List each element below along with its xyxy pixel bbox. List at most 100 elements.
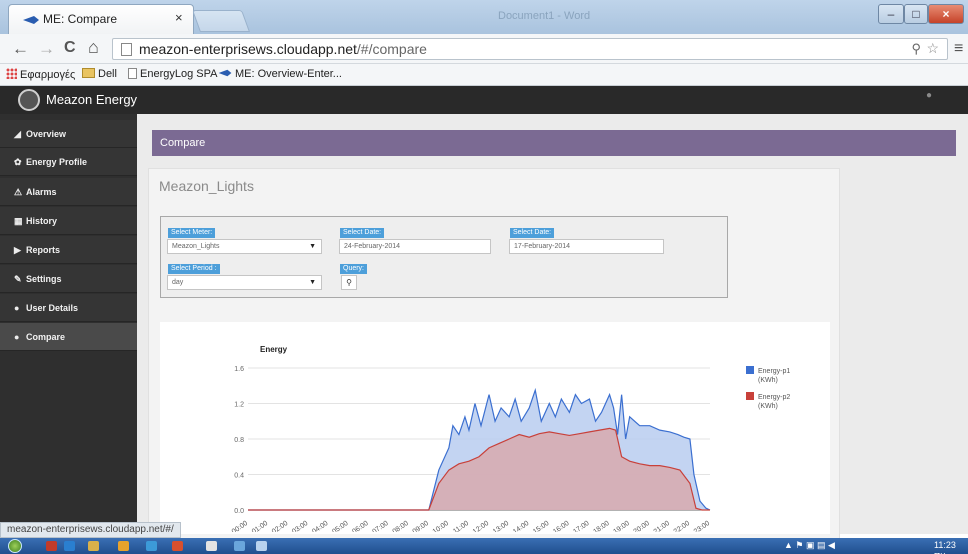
sidebar-item-label: Overview (26, 129, 67, 139)
url-host: meazon-enterprisews.cloudapp.net (139, 41, 357, 57)
page-icon (128, 68, 137, 79)
chart-x-tick-label: 18:00 (592, 520, 610, 532)
reload-button[interactable]: C (64, 39, 76, 57)
chart-x-tick-label: 09:00 (412, 520, 430, 532)
sidebar-item-label: Alarms (26, 187, 57, 197)
chart-x-tick-label: 02:00 (271, 520, 289, 532)
sidebar-item-label: Energy Profile (26, 157, 88, 167)
sidebar-item-settings[interactable]: ✎ Settings (0, 265, 137, 293)
sidebar-item-overview[interactable]: ◢ Overview (0, 120, 137, 148)
bookmark-label: Εφαρμογές (20, 69, 76, 81)
bookmark-dell[interactable]: Dell (82, 68, 117, 80)
user-icon: ● (14, 332, 20, 342)
meazon-logo-icon[interactable] (18, 89, 40, 111)
chart-x-tick-label: 07:00 (371, 520, 389, 532)
sidebar-item-compare[interactable]: ● Compare (0, 323, 137, 351)
taskbar-app-icon[interactable] (256, 541, 267, 551)
app-header: Meazon Energy ● (0, 86, 968, 114)
user-menu-icon[interactable]: ● (926, 90, 932, 101)
meter-select[interactable]: Meazon_Lights ▼ (167, 239, 322, 254)
close-window-button[interactable]: × (928, 4, 964, 24)
app-title[interactable]: Meazon Energy (46, 92, 137, 107)
chart-x-tick-label: 22:00 (673, 520, 691, 532)
chart-x-tick-label: 13:00 (492, 520, 510, 532)
sidebar-item-history[interactable]: ▦ History (0, 207, 137, 235)
chart-x-tick-label: 19:00 (612, 520, 630, 532)
tab-close-icon[interactable]: × (175, 10, 183, 25)
chart-legend-swatch (746, 392, 754, 400)
meter-select-value: Meazon_Lights (172, 243, 220, 250)
sidebar-item-alarms[interactable]: ⚠ Alarms (0, 178, 137, 206)
date-1-input[interactable]: 24-February-2014 (339, 239, 491, 254)
bookmark-label: Dell (98, 68, 117, 80)
chart-y-tick-label: 0.0 (234, 508, 244, 515)
taskbar-media-icon[interactable] (118, 541, 129, 551)
minimize-button[interactable]: – (878, 4, 904, 24)
folder-icon: ▶ (14, 245, 21, 255)
section-header: Compare (152, 130, 956, 156)
background-window-title: Document1 - Word (498, 10, 591, 22)
taskbar-folder-icon[interactable] (88, 541, 99, 551)
maximize-button[interactable]: □ (904, 4, 928, 24)
bookmark-star-icon[interactable]: ☆ (926, 40, 939, 57)
chevron-down-icon: ▼ (309, 279, 316, 286)
url-path: /#/compare (356, 41, 427, 57)
chart-x-tick-label: 14:00 (512, 520, 530, 532)
browser-tabstrip: ME: Compare × Document1 - Word – □ × (0, 0, 968, 34)
chart-x-tick-label: 23:00 (693, 520, 711, 532)
chart-legend-swatch (746, 366, 754, 374)
sidebar-item-label: History (26, 216, 58, 226)
search-icon: ⚲ (346, 278, 352, 287)
chart-x-tick-label: 10:00 (432, 520, 450, 532)
taskbar-app-icon[interactable] (146, 541, 157, 551)
section-header-title: Compare (160, 137, 206, 149)
chart-y-tick-label: 1.6 (234, 366, 244, 373)
taskbar-app-icon[interactable] (206, 541, 217, 551)
sidebar-item-user-details[interactable]: ● User Details (0, 294, 137, 322)
taskbar-ie-icon[interactable] (64, 541, 75, 551)
energy-icon: ✿ (14, 157, 22, 167)
tray-clock[interactable]: 11:23 πμ (934, 540, 968, 554)
tray-flag-icon[interactable]: ▲ ⚑ ▣ ▤ ◀ (784, 540, 835, 551)
taskbar-app-icon[interactable] (234, 541, 245, 551)
bookmark-label: ME: Overview-Enter... (235, 68, 342, 80)
sidebar-item-label: Reports (26, 245, 61, 255)
bookmark-apps[interactable]: Εφαρμογές (6, 68, 75, 81)
sidebar-item-reports[interactable]: ▶ Reports (0, 236, 137, 264)
sidebar-item-energy-profile[interactable]: ✿ Energy Profile (0, 148, 137, 176)
chart-y-tick-label: 0.4 (234, 473, 244, 480)
date-2-value: 17-February-2014 (514, 243, 571, 250)
chart-x-tick-label: 20:00 (633, 520, 651, 532)
panel-title: Meazon_Lights (159, 178, 254, 194)
status-url-tooltip: meazon-enterprisews.cloudapp.net/#/ (0, 522, 181, 538)
search-plus-icon[interactable]: ⚲ (911, 41, 921, 57)
bookmark-energylog[interactable]: EnergyLog SPA (128, 68, 217, 80)
period-select[interactable]: day ▼ (167, 275, 322, 290)
date-2-input[interactable]: 17-February-2014 (509, 239, 664, 254)
back-button[interactable]: ← (12, 39, 29, 59)
browser-tab[interactable]: ME: Compare × (8, 4, 194, 34)
taskbar-app-icon[interactable] (172, 541, 183, 551)
page-icon (121, 43, 132, 56)
chart-x-tick-label: 01:00 (251, 520, 269, 532)
chart-x-tick-label: 11:00 (452, 520, 470, 532)
browser-menu-icon[interactable]: ≡ (954, 40, 963, 58)
meazon-favicon-icon (23, 16, 39, 24)
address-bar[interactable]: meazon-enterprisews.cloudapp.net/#/compa… (112, 38, 948, 60)
select-period-label: Select Period : (168, 264, 220, 274)
bookmark-overview[interactable]: ME: Overview-Enter... (218, 68, 342, 80)
chart-y-tick-label: 0.8 (234, 437, 244, 444)
query-button[interactable]: ⚲ (341, 275, 357, 290)
taskbar-app-icon[interactable] (46, 541, 57, 551)
forward-button[interactable]: → (38, 39, 55, 59)
chart-x-tick-label: 15:00 (532, 520, 550, 532)
chevron-down-icon: ▼ (309, 243, 316, 250)
home-button[interactable]: ⌂ (88, 37, 99, 58)
sidebar-item-label: Settings (26, 274, 62, 284)
warning-icon: ⚠ (14, 187, 23, 197)
chart-x-tick-label: 06:00 (351, 520, 369, 532)
start-button[interactable] (8, 539, 22, 553)
browser-toolbar: ← → C ⌂ meazon-enterprisews.cloudapp.net… (0, 34, 968, 64)
chart-x-tick-label: 16:00 (552, 520, 570, 532)
new-tab-button[interactable] (191, 10, 251, 32)
